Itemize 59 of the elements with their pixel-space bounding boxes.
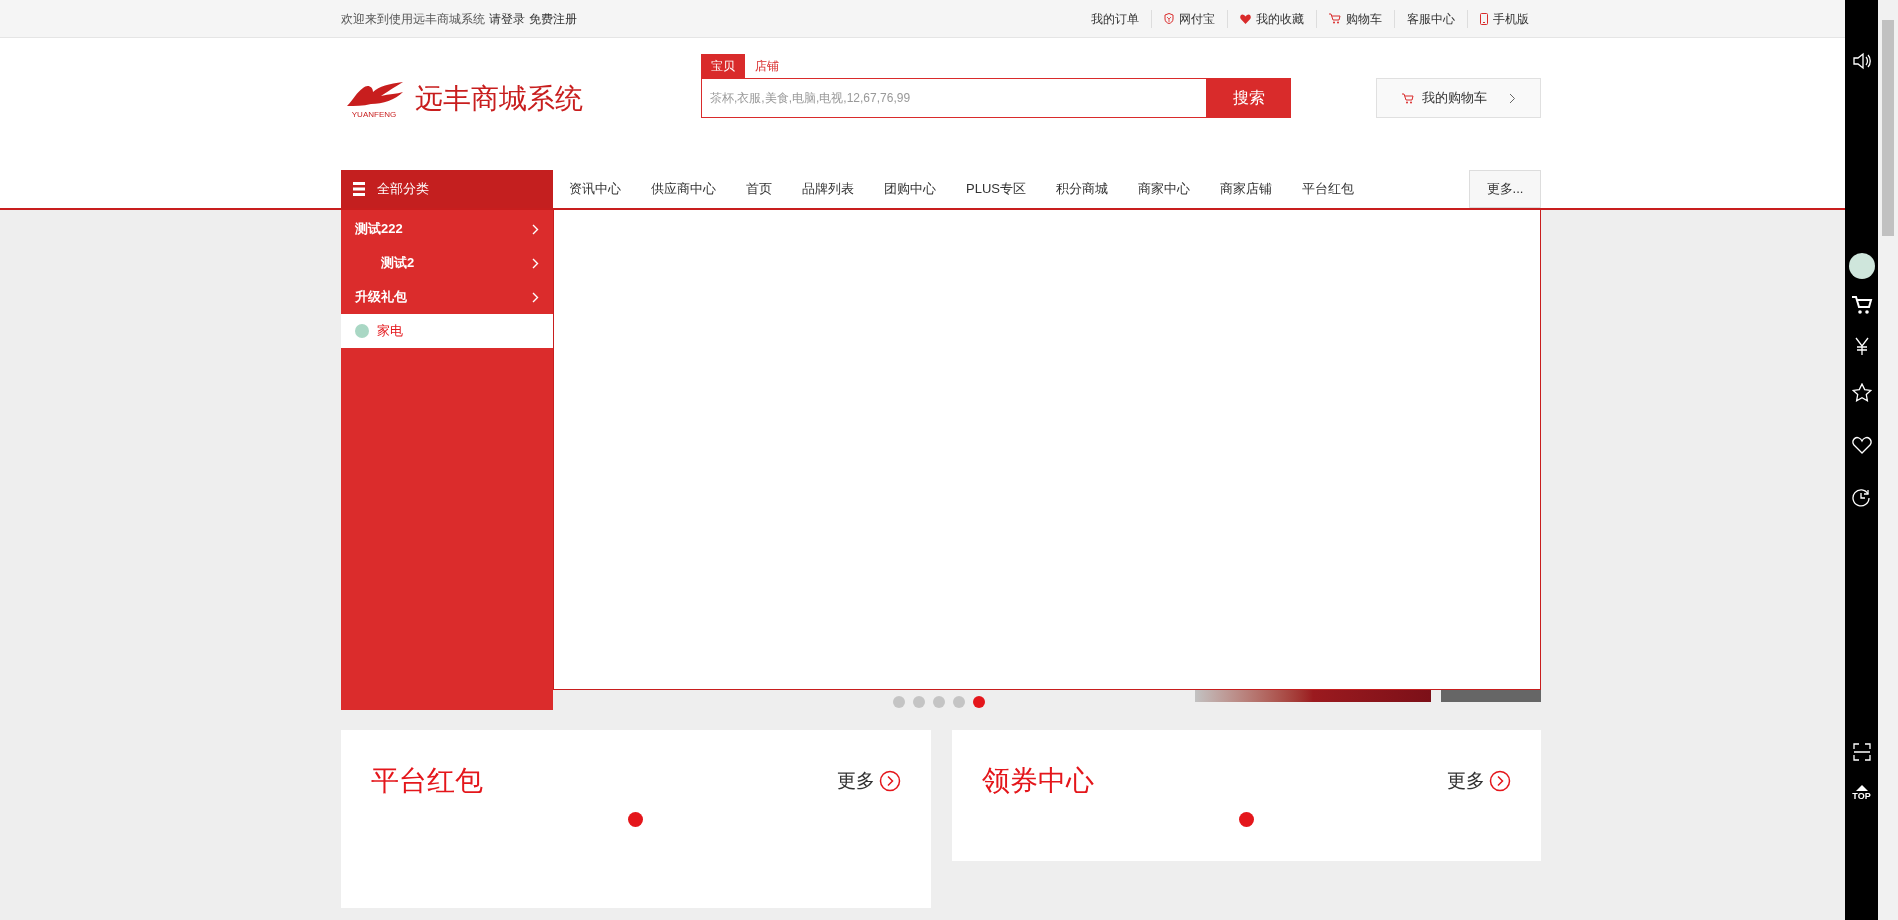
shield-icon bbox=[1164, 13, 1174, 24]
category-item[interactable]: 升级礼包 bbox=[341, 280, 553, 314]
scan-icon[interactable] bbox=[1852, 743, 1871, 761]
cart-button[interactable]: 我的购物车 bbox=[1376, 78, 1541, 118]
welcome-text: 欢迎来到使用远丰商城系统 bbox=[341, 10, 485, 28]
register-link[interactable]: 免费注册 bbox=[529, 9, 577, 28]
history-icon[interactable] bbox=[1852, 488, 1871, 507]
chevron-right-icon bbox=[531, 223, 539, 235]
nav-link[interactable]: 团购中心 bbox=[870, 179, 950, 199]
card-title: 平台红包 bbox=[371, 764, 483, 798]
star-icon[interactable] bbox=[1851, 383, 1872, 402]
appliance-icon bbox=[355, 324, 369, 338]
top-link[interactable]: 网付宝 bbox=[1179, 9, 1215, 28]
top-link[interactable]: 手机版 bbox=[1493, 9, 1529, 28]
avatar[interactable] bbox=[1848, 253, 1875, 279]
nav-link[interactable]: PLUS专区 bbox=[952, 179, 1040, 199]
top-link[interactable]: 我的订单 bbox=[1091, 9, 1139, 28]
yen-icon[interactable] bbox=[1853, 337, 1870, 355]
chevron-right-icon bbox=[531, 257, 539, 269]
more-button[interactable]: 更多... bbox=[1469, 170, 1541, 208]
nav-link[interactable]: 供应商中心 bbox=[637, 179, 730, 199]
phone-icon bbox=[1480, 12, 1488, 25]
nav-link[interactable]: 积分商城 bbox=[1041, 179, 1122, 199]
search-button[interactable]: 搜索 bbox=[1207, 78, 1291, 118]
card-title: 领券中心 bbox=[981, 764, 1094, 798]
search-tab[interactable]: 店铺 bbox=[745, 54, 789, 78]
top-link[interactable]: 客服中心 bbox=[1407, 9, 1455, 28]
more-link[interactable]: 更多 bbox=[836, 766, 901, 796]
nav-link[interactable]: 首页 bbox=[732, 179, 786, 199]
category-item[interactable]: 家电 bbox=[341, 314, 553, 348]
nav-link[interactable]: 商家中心 bbox=[1123, 179, 1204, 199]
logo-text: 远丰商城系统 bbox=[415, 82, 583, 116]
nav-link[interactable]: 品牌列表 bbox=[788, 179, 868, 199]
cart-icon bbox=[1329, 13, 1341, 24]
more-link[interactable]: 更多 bbox=[1447, 766, 1511, 796]
menu-icon bbox=[353, 182, 365, 196]
chevron-right-icon bbox=[531, 291, 539, 303]
chevron-right-icon bbox=[1508, 92, 1516, 104]
chevron-circle-icon bbox=[878, 770, 901, 792]
chevron-circle-icon bbox=[1489, 770, 1511, 792]
cart-icon bbox=[1401, 92, 1414, 104]
back-to-top-button[interactable]: TOP bbox=[1852, 785, 1871, 801]
category-item[interactable]: 测试222 bbox=[341, 212, 553, 246]
category-header[interactable]: 全部分类 bbox=[341, 170, 553, 208]
speaker-icon[interactable] bbox=[1851, 52, 1872, 70]
nav-link[interactable]: 资讯中心 bbox=[555, 179, 635, 199]
nav-link[interactable]: 平台红包 bbox=[1287, 179, 1368, 199]
nav-link[interactable]: 商家店铺 bbox=[1205, 179, 1286, 199]
login-link[interactable]: 请登录 bbox=[489, 9, 525, 28]
top-link[interactable]: 我的收藏 bbox=[1256, 9, 1304, 28]
search-tab[interactable]: 宝贝 bbox=[701, 54, 745, 78]
heart-icon[interactable] bbox=[1851, 436, 1872, 454]
category-item[interactable]: 测试2 bbox=[341, 246, 553, 280]
top-link[interactable]: 购物车 bbox=[1346, 9, 1382, 28]
search-field[interactable]: 茶杯,衣服,美食,电脑,电视,12,67,76,99 bbox=[701, 78, 1207, 118]
logo[interactable]: YUANFENG bbox=[341, 79, 407, 119]
triangle-up-icon bbox=[1855, 785, 1868, 791]
heart-icon bbox=[1240, 13, 1251, 24]
cart-icon[interactable] bbox=[1850, 295, 1873, 315]
